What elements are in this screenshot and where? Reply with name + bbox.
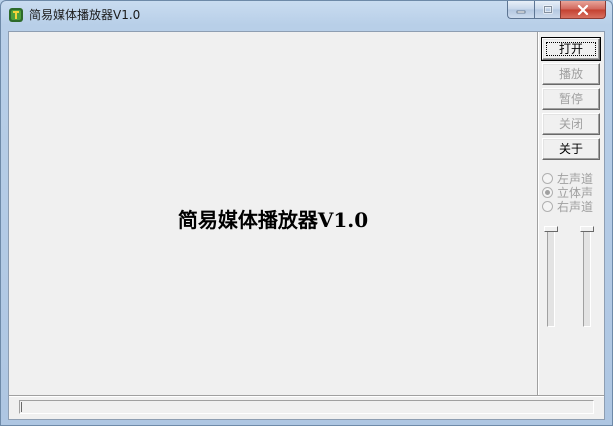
client-area: 简易媒体播放器V1.0 打开 播放 暂停 关闭 关于 左声道 立体声 右声道 xyxy=(8,31,605,420)
radio-label: 右声道 xyxy=(557,199,594,214)
minimize-icon xyxy=(516,10,526,13)
channel-radio-group: 左声道 立体声 右声道 xyxy=(542,171,604,214)
slider-thumb[interactable] xyxy=(544,226,558,232)
slider-thumb[interactable] xyxy=(580,226,594,232)
play-button[interactable]: 播放 xyxy=(542,63,600,85)
radio-indicator xyxy=(542,172,553,184)
title-bar[interactable]: 简易媒体播放器V1.0 xyxy=(1,1,612,28)
display-title: 简易媒体播放器V1.0 xyxy=(177,208,369,232)
right-volume-slider[interactable] xyxy=(580,226,594,327)
vertical-divider xyxy=(537,32,539,395)
radio-indicator xyxy=(542,186,553,198)
horizontal-divider xyxy=(9,395,604,397)
slider-track xyxy=(583,226,591,327)
stop-button[interactable]: 关闭 xyxy=(542,113,600,135)
progress-thumb[interactable] xyxy=(21,402,26,412)
minimize-button[interactable] xyxy=(507,1,534,19)
about-button[interactable]: 关于 xyxy=(542,138,600,160)
radio-indicator xyxy=(542,200,553,212)
maximize-button[interactable] xyxy=(534,1,560,19)
media-player-icon xyxy=(8,7,24,23)
maximize-icon xyxy=(543,5,552,13)
pause-button[interactable]: 暂停 xyxy=(542,88,600,110)
radio-right-channel[interactable]: 右声道 xyxy=(542,199,604,214)
window-title: 简易媒体播放器V1.0 xyxy=(29,8,141,22)
open-button[interactable]: 打开 xyxy=(541,37,601,61)
video-display-area: 简易媒体播放器V1.0 xyxy=(9,32,537,395)
left-volume-slider[interactable] xyxy=(544,226,558,327)
playback-progress-slider[interactable] xyxy=(19,400,594,414)
slider-track xyxy=(547,226,555,327)
main-window: 简易媒体播放器V1.0 简易媒体播放器V1.0 打开 播放 暂停 关闭 关于 左… xyxy=(0,0,613,426)
close-icon xyxy=(577,4,589,15)
close-window-button[interactable] xyxy=(560,1,606,19)
